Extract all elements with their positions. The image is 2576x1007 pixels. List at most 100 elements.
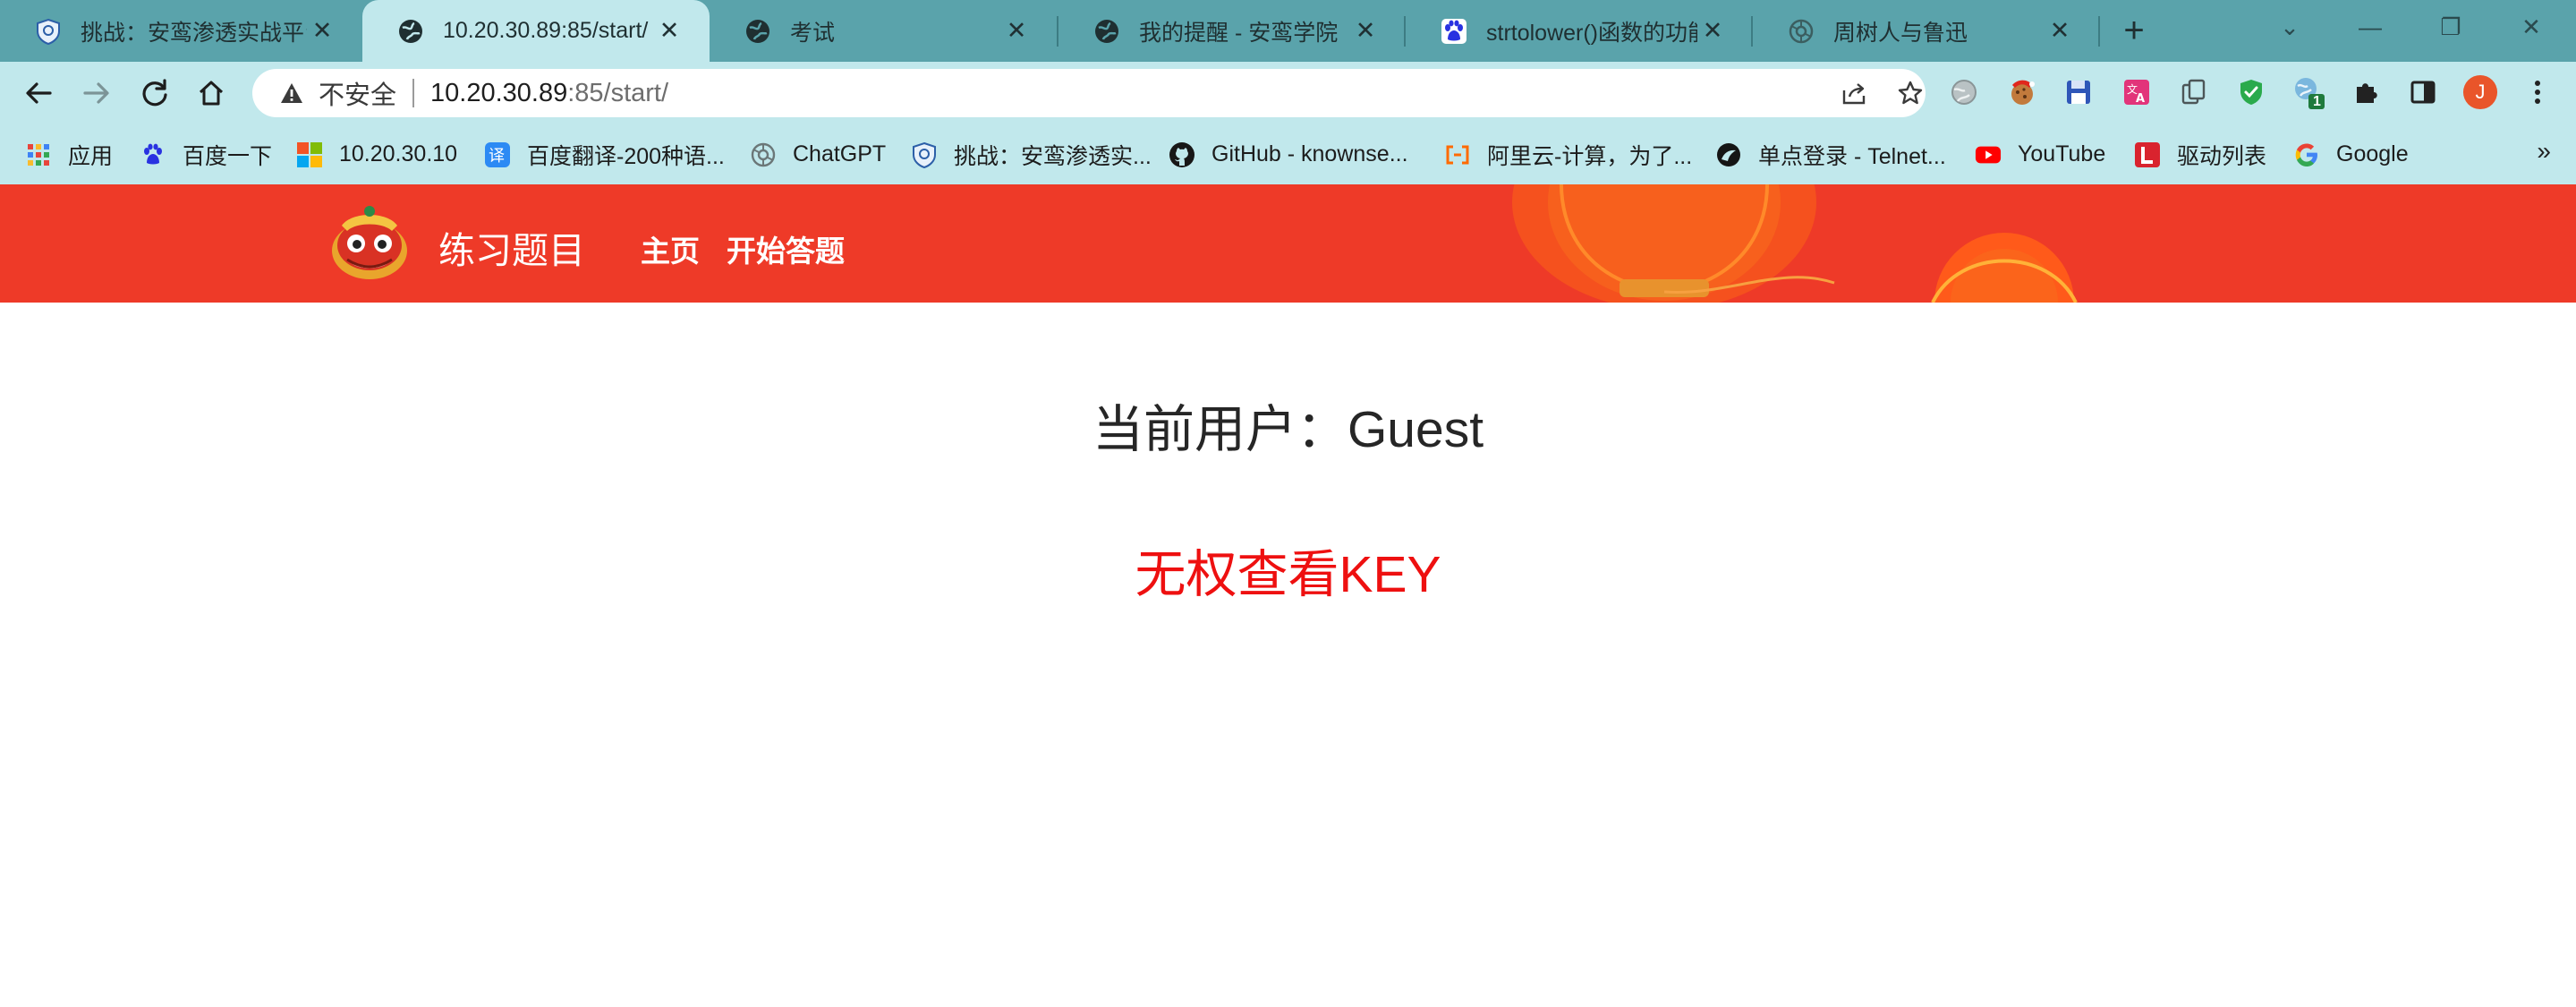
bookmarks-overflow-button[interactable]: »	[2537, 137, 2551, 166]
apps-grid-icon	[25, 141, 52, 168]
lantern-decoration	[1512, 184, 2078, 303]
warning-triangle-icon[interactable]	[279, 81, 306, 105]
new-tab-button[interactable]: +	[2114, 11, 2154, 50]
aliyun-icon	[1444, 141, 1471, 168]
puzzle-extensions-icon[interactable]	[2348, 74, 2384, 110]
bookmarks-bar: 应用 百度一下 10.20.30.10 译 百度翻译-200种语... Chat…	[0, 124, 2576, 184]
address-divider	[412, 79, 415, 107]
bookmark-label: 单点登录 - Telnet...	[1758, 143, 1946, 169]
tab-strtolower[interactable]: strtolower()函数的功能 ✕	[1406, 0, 1753, 62]
close-icon[interactable]: ✕	[307, 17, 337, 45]
bookmark-label: 驱动列表	[2177, 143, 2267, 169]
tab-zhou-shuren[interactable]: 周树人与鲁迅 ✕	[1753, 0, 2100, 62]
tab-start-page[interactable]: 10.20.30.89:85/start/ ✕	[362, 0, 710, 62]
tab-search-dropdown-icon[interactable]: ⌄	[2249, 0, 2330, 54]
globe-icon	[1092, 17, 1121, 46]
forward-button[interactable]	[74, 71, 119, 115]
bookmark-aliyun[interactable]: 阿里云-计算，为了...	[1444, 124, 1692, 184]
bookmark-label: 10.20.30.10	[339, 141, 458, 166]
nav-start-quiz-link[interactable]: 开始答题	[727, 227, 845, 270]
openai-icon	[750, 141, 777, 168]
baidu-icon	[1440, 17, 1468, 46]
bookmark-github[interactable]: GitHub - knownse...	[1169, 124, 1408, 184]
globe-extension-icon[interactable]	[1946, 74, 1982, 110]
current-user-heading: 当前用户：Guest	[1092, 401, 1484, 458]
tab-title: 我的提醒 - 安鸾学院	[1139, 20, 1339, 46]
reload-icon	[142, 79, 167, 107]
youtube-icon	[1975, 141, 2002, 168]
bookmark-chatgpt[interactable]: ChatGPT	[750, 124, 886, 184]
bookmark-label: YouTube	[2018, 141, 2106, 166]
close-icon[interactable]: ✕	[654, 17, 684, 45]
side-panel-icon[interactable]	[2405, 74, 2441, 110]
star-icon[interactable]	[1892, 75, 1928, 111]
l-icon	[2134, 141, 2161, 168]
tab-separator	[2098, 16, 2100, 47]
bookmark-label: 挑战：安鸾渗透实...	[954, 143, 1152, 169]
security-label[interactable]: 不安全	[319, 74, 396, 112]
bookmark-10-20-30-10[interactable]: 10.20.30.10	[296, 124, 457, 184]
shield-icon	[911, 141, 938, 168]
baidu-icon	[140, 141, 166, 168]
close-icon[interactable]: ✕	[1350, 17, 1381, 45]
tab-strip: 挑战：安鸾渗透实战平台 ✕ 10.20.30.89:85/start/ ✕ 考试…	[0, 0, 2576, 62]
share-icon[interactable]	[1836, 75, 1872, 111]
bookmark-label: 阿里云-计算，为了...	[1487, 143, 1693, 169]
nav-home-link[interactable]: 主页	[641, 227, 700, 270]
google-icon	[2293, 141, 2320, 168]
tab-title: 周树人与鲁迅	[1833, 20, 1968, 46]
tab-reminders[interactable]: 我的提醒 - 安鸾学院 ✕	[1058, 0, 1406, 62]
bookmark-label: 百度翻译-200种语...	[527, 143, 725, 169]
tab-exam[interactable]: 考试 ✕	[710, 0, 1057, 62]
bookmark-telnet-sso[interactable]: 单点登录 - Telnet...	[1715, 124, 1946, 184]
extension-badge: 1	[2313, 94, 2321, 109]
bookmark-youtube[interactable]: YouTube	[1975, 124, 2105, 184]
bookmark-apps[interactable]: 应用	[25, 124, 113, 184]
arrow-left-icon	[26, 82, 52, 104]
bookmark-anluan-challenge[interactable]: 挑战：安鸾渗透实...	[911, 124, 1152, 184]
close-icon[interactable]: ✕	[1001, 17, 1032, 45]
home-icon	[199, 81, 224, 106]
bookmark-label: GitHub - knownse...	[1211, 141, 1408, 166]
bookmark-label: 应用	[68, 143, 114, 169]
browser-toolbar: 不安全 10.20.30.89:85/start/ 文A 1 J	[0, 62, 2576, 124]
kebab-menu-icon[interactable]	[2520, 74, 2555, 110]
url-host[interactable]: 10.20.30.89	[430, 79, 567, 108]
restore-button[interactable]: ❐	[2410, 0, 2491, 54]
translate-icon: 译	[484, 141, 511, 168]
windows-icon	[296, 141, 323, 168]
back-button[interactable]	[16, 71, 61, 115]
site-title[interactable]: 练习题目	[438, 220, 585, 274]
reload-button[interactable]	[132, 71, 177, 115]
translate-badge-extension-icon[interactable]: 1	[2291, 74, 2326, 110]
telnet-icon	[1715, 141, 1742, 168]
close-icon[interactable]: ✕	[1697, 17, 1728, 45]
cookie-extension-icon[interactable]	[2004, 74, 2040, 110]
tab-anluan-challenge[interactable]: 挑战：安鸾渗透实战平台 ✕	[0, 0, 362, 62]
lion-dance-logo	[332, 206, 407, 279]
globe-icon	[744, 17, 772, 46]
bookmark-baidu[interactable]: 百度一下	[140, 124, 272, 184]
translate-extension-icon[interactable]: 文A	[2119, 74, 2155, 110]
close-icon[interactable]: ✕	[2045, 17, 2075, 45]
home-button[interactable]	[189, 71, 234, 115]
tab-title: 挑战：安鸾渗透实战平台	[81, 20, 307, 46]
profile-initial: J	[2475, 81, 2486, 103]
close-window-button[interactable]: ✕	[2491, 0, 2572, 54]
bookmark-label: Google	[2336, 141, 2409, 166]
address-bar[interactable]: 不安全 10.20.30.89:85/start/	[252, 69, 1926, 117]
save-disk-extension-icon[interactable]	[2061, 74, 2096, 110]
bookmark-driver-list[interactable]: 驱动列表	[2134, 124, 2266, 184]
shield-icon	[34, 17, 63, 46]
svg-text:A: A	[2136, 92, 2145, 106]
svg-text:译: 译	[489, 147, 505, 166]
copy-extension-icon[interactable]	[2176, 74, 2212, 110]
tab-title: 10.20.30.89:85/start/	[443, 18, 649, 43]
minimize-button[interactable]: —	[2330, 0, 2410, 54]
shield-check-extension-icon[interactable]	[2233, 74, 2269, 110]
bookmark-baidu-translate[interactable]: 译 百度翻译-200种语...	[484, 124, 725, 184]
bookmark-google[interactable]: Google	[2293, 124, 2409, 184]
profile-avatar[interactable]: J	[2462, 74, 2498, 110]
url-path[interactable]: :85/start/	[567, 79, 668, 108]
bookmark-label: ChatGPT	[793, 141, 887, 166]
